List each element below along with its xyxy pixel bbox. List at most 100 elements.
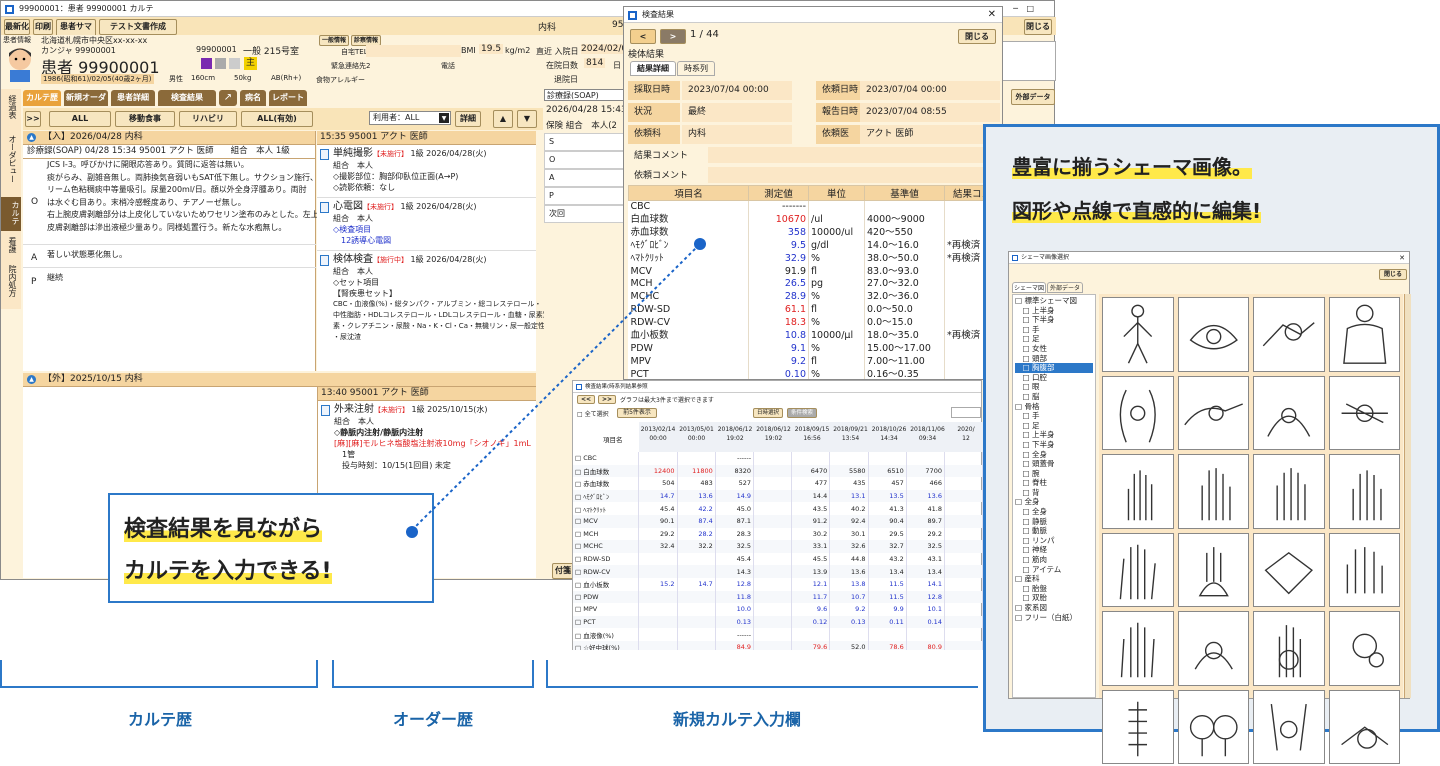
schema-tree-item[interactable]: □ 腕: [1015, 469, 1093, 479]
ts-row[interactable]: □ PDW 11.8 11.7 10.7 11.5 12.8: [573, 590, 983, 604]
lab-row[interactable]: 白血球数 10670/ul 4000～9000: [628, 213, 1000, 227]
refresh-button[interactable]: 最新化: [4, 19, 30, 35]
minimize-icon[interactable]: ─: [1013, 1, 1018, 17]
schema-thumbnail[interactable]: [1102, 375, 1174, 450]
lab-row[interactable]: PCT 0.10% 0.16～0.35: [628, 368, 1000, 379]
collapse-icon[interactable]: ▲: [27, 375, 36, 384]
schema-tree-item[interactable]: □ 下半身: [1015, 315, 1093, 325]
lab-row[interactable]: MCH 26.5 pg 27.0～32.0: [628, 278, 1000, 292]
close-icon[interactable]: ✕: [988, 7, 996, 23]
external-data-button[interactable]: 外部データ: [1011, 89, 1055, 105]
schema-thumbnail[interactable]: [1102, 297, 1174, 372]
schema-thumbnail[interactable]: [1253, 532, 1325, 607]
schema-thumbnail[interactable]: [1253, 611, 1325, 686]
schema-tree-item[interactable]: □ 下半身: [1015, 440, 1093, 450]
lab-row[interactable]: MCV 91.9 fl 83.0～93.0: [628, 265, 1000, 279]
ts-row[interactable]: □ ﾍﾓｸﾞﾛﾋﾞﾝ 14.7 13.6 14.9 14.4 13.1 13.5 13.6: [573, 489, 983, 503]
chevron-down-icon[interactable]: ▼: [439, 113, 449, 123]
soap-input-a[interactable]: A: [544, 169, 629, 187]
schema-tree-item[interactable]: □ 産科: [1015, 574, 1093, 584]
share-icon[interactable]: ↗: [219, 90, 237, 106]
ts-date-header[interactable]: 2018/06/12 19:02: [716, 425, 754, 443]
ts-select-all[interactable]: □ 全て選択: [577, 409, 609, 418]
ts-checkbox[interactable]: □: [575, 593, 583, 601]
schema-thumbnail[interactable]: [1177, 689, 1249, 764]
ts-row[interactable]: □ RDW-SD 45.4 45.5 44.8 43.2 43.1: [573, 552, 983, 566]
schema-thumbnail[interactable]: [1328, 375, 1400, 450]
ts-row[interactable]: □ MCH 29.2 28.2 28.3 30.2 30.1 29.5 29.2: [573, 527, 983, 541]
tab-lab-results[interactable]: 検査結果: [158, 90, 216, 106]
schema-tree-item[interactable]: □ 家系図: [1015, 603, 1093, 613]
lab-row[interactable]: PDW 9.1% 15.00～17.00: [628, 342, 1000, 356]
ts-row[interactable]: □ 血小板数 15.2 14.7 12.8 12.1 13.8 11.5 14.1: [573, 577, 983, 591]
schema-tree-item[interactable]: □ 双胎: [1015, 593, 1093, 603]
schema-thumbnail[interactable]: [1328, 611, 1400, 686]
schema-thumbnail[interactable]: [1177, 454, 1249, 529]
filter-all-button[interactable]: ALL: [49, 111, 111, 127]
ts-date-header[interactable]: 2018/09/15 16:56: [793, 425, 831, 443]
ts-checkbox[interactable]: □: [575, 493, 583, 501]
schema-tree-item[interactable]: □ 手: [1015, 325, 1093, 335]
ts-next-button[interactable]: >>: [598, 395, 616, 404]
schema-tree-item[interactable]: □ 静脈: [1015, 517, 1093, 527]
ts-search-input[interactable]: [951, 407, 981, 418]
ts-checkbox[interactable]: □: [575, 530, 583, 538]
schema-thumbnail[interactable]: [1253, 297, 1325, 372]
ts-date-header[interactable]: 2018/11/06 09:34: [909, 425, 947, 443]
ts-checkbox[interactable]: □: [575, 618, 583, 626]
col-range[interactable]: 基準値: [864, 185, 945, 201]
ts-row[interactable]: □ MPV 10.0 9.6 9.2 9.9 10.1: [573, 603, 983, 616]
schema-tree-item[interactable]: □ 胸腹部: [1015, 363, 1093, 373]
schema-tree-item[interactable]: □ 動脈: [1015, 526, 1093, 536]
tab-result-detail[interactable]: 結果詳細: [630, 61, 676, 76]
collapse-icon[interactable]: ▲: [27, 133, 36, 142]
schema-tree-item[interactable]: □ 脊柱: [1015, 478, 1093, 488]
schema-thumbnail[interactable]: [1328, 297, 1400, 372]
lab-row[interactable]: RDW-CV 18.3% 0.0～15.0: [628, 317, 1000, 331]
ts-row[interactable]: □ 白血球数 12400 11800 8320 6470 5580 6510 7700: [573, 464, 983, 478]
ts-checkbox[interactable]: □: [575, 480, 583, 488]
schema-tree-item[interactable]: □ 骨格: [1015, 402, 1093, 412]
schema-tree-item[interactable]: □ 足: [1015, 421, 1093, 431]
schema-tree-item[interactable]: □ 頭蓋骨: [1015, 459, 1093, 469]
scroll-down-button[interactable]: ▼: [517, 110, 537, 128]
ts-checkbox[interactable]: □: [575, 605, 583, 613]
karte-type-select[interactable]: 診療録(SOAP): [544, 89, 626, 101]
tab-diagnosis[interactable]: 病名: [240, 90, 266, 106]
lab-row[interactable]: MCHC 28.9% 32.0～36.0: [628, 291, 1000, 305]
expand-button[interactable]: >>: [25, 111, 41, 127]
soap-input-s[interactable]: S: [544, 133, 629, 151]
ts-date-select-button[interactable]: 日時選択: [753, 408, 783, 418]
schema-thumbnail[interactable]: [1328, 689, 1400, 764]
maximize-icon[interactable]: □: [1026, 1, 1034, 17]
schema-tree-item[interactable]: □ 脳: [1015, 392, 1093, 402]
detail-button[interactable]: 詳細: [455, 111, 481, 127]
schema-close-button[interactable]: 閉じる: [1379, 269, 1407, 280]
tab-karte-history[interactable]: カルテ歴: [23, 90, 61, 106]
lab-row[interactable]: CBC -------: [628, 200, 1000, 214]
filter-move-meal-button[interactable]: 移動食事: [115, 111, 175, 127]
scroll-up-button[interactable]: ▲: [493, 110, 513, 128]
side-tab-progress[interactable]: 経過表: [4, 95, 18, 119]
schema-tree-item[interactable]: □ 筋肉: [1015, 555, 1093, 565]
schema-thumbnail[interactable]: [1102, 611, 1174, 686]
ts-prev-button[interactable]: <<: [577, 395, 595, 404]
filter-rehab-button[interactable]: リハビリ: [179, 111, 237, 127]
ts-row[interactable]: □ ☆好中球(%) 84.9 79.6 52.0 78.6 80.9: [573, 640, 983, 650]
close-lab-button[interactable]: 閉じる: [958, 29, 996, 44]
lab-row[interactable]: MPV 9.2 fl 7.00～11.00: [628, 355, 1000, 369]
ts-checkbox[interactable]: □: [575, 632, 583, 640]
ts-date-header[interactable]: 2013/02/14 00:00: [639, 425, 677, 443]
lab-row[interactable]: ﾍﾓｸﾞﾛﾋﾞﾝ 9.5 g/dl 14.0～16.0 *再検済: [628, 239, 1000, 253]
ts-row[interactable]: □ 血液像(%) ------: [573, 628, 983, 641]
schema-thumbnail[interactable]: [1177, 611, 1249, 686]
schema-tree-item[interactable]: □ フリー（白紙）: [1015, 613, 1093, 623]
schema-thumbnail[interactable]: [1253, 375, 1325, 450]
ts-row[interactable]: □ CBC ------: [573, 452, 983, 465]
schema-thumbnail[interactable]: [1177, 297, 1249, 372]
schema-tree-item[interactable]: □ 全身: [1015, 507, 1093, 517]
side-tab-prescription[interactable]: 院内処方: [4, 265, 18, 297]
order-item-injection[interactable]: 外来注射【未施行】 1級 2025/10/15(水) 組合 本人 ◇静脈内注射/…: [318, 401, 536, 475]
tab-new-order[interactable]: 新規オーダ: [64, 90, 108, 106]
order-item-xray[interactable]: 単純撮影【未施行】 1級 2026/04/28(火) 組合 本人 ◇撮影部位：胸…: [317, 145, 536, 198]
